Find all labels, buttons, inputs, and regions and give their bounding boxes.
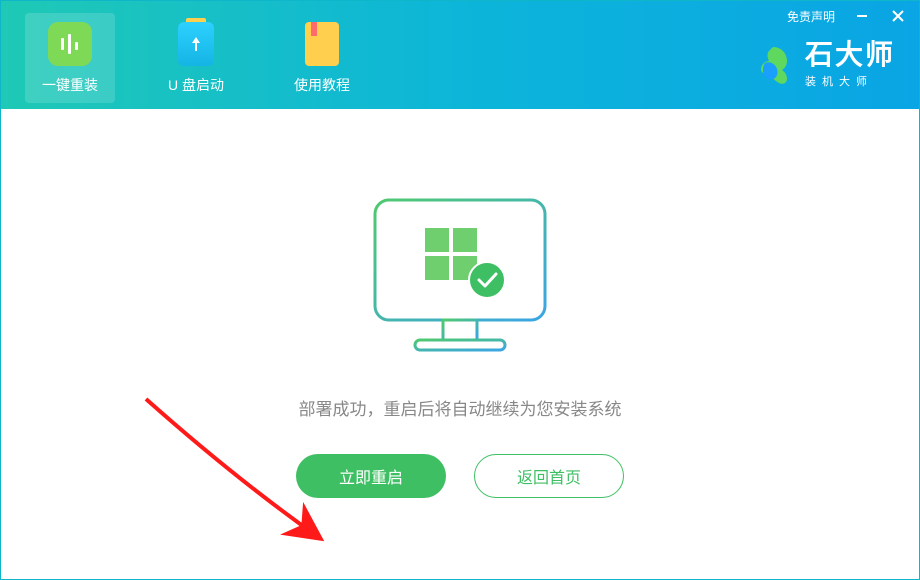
disclaimer-link[interactable]: 免责声明 xyxy=(787,8,835,25)
nav-tabs: 一键重装 U 盘启动 使用教程 xyxy=(1,1,367,109)
app-window: 一键重装 U 盘启动 使用教程 免责声明 xyxy=(0,0,920,580)
header-bar: 一键重装 U 盘启动 使用教程 免责声明 xyxy=(1,1,919,109)
tab-label: 一键重装 xyxy=(42,75,98,95)
tab-reinstall[interactable]: 一键重装 xyxy=(25,13,115,103)
close-button[interactable] xyxy=(889,7,907,25)
brand-title: 石大师 xyxy=(805,41,895,69)
window-controls: 免责声明 xyxy=(787,7,907,25)
main-content: 部署成功，重启后将自动继续为您安装系统 立即重启 返回首页 xyxy=(1,109,919,579)
logo-icon xyxy=(751,43,795,87)
tab-usb-boot[interactable]: U 盘启动 xyxy=(151,13,241,103)
action-buttons: 立即重启 返回首页 xyxy=(296,454,624,498)
brand-subtitle: 装机大师 xyxy=(805,73,873,89)
brand-logo: 石大师 装机大师 xyxy=(751,41,895,89)
home-button[interactable]: 返回首页 xyxy=(474,454,624,498)
monitor-illustration xyxy=(365,190,555,365)
book-icon xyxy=(299,21,345,67)
tab-label: U 盘启动 xyxy=(168,75,224,95)
usb-icon xyxy=(173,21,219,67)
status-message: 部署成功，重启后将自动继续为您安装系统 xyxy=(299,395,622,420)
tab-tutorial[interactable]: 使用教程 xyxy=(277,13,367,103)
minimize-button[interactable] xyxy=(853,7,871,25)
tab-label: 使用教程 xyxy=(294,75,350,95)
restart-button[interactable]: 立即重启 xyxy=(296,454,446,498)
reinstall-icon xyxy=(47,21,93,67)
